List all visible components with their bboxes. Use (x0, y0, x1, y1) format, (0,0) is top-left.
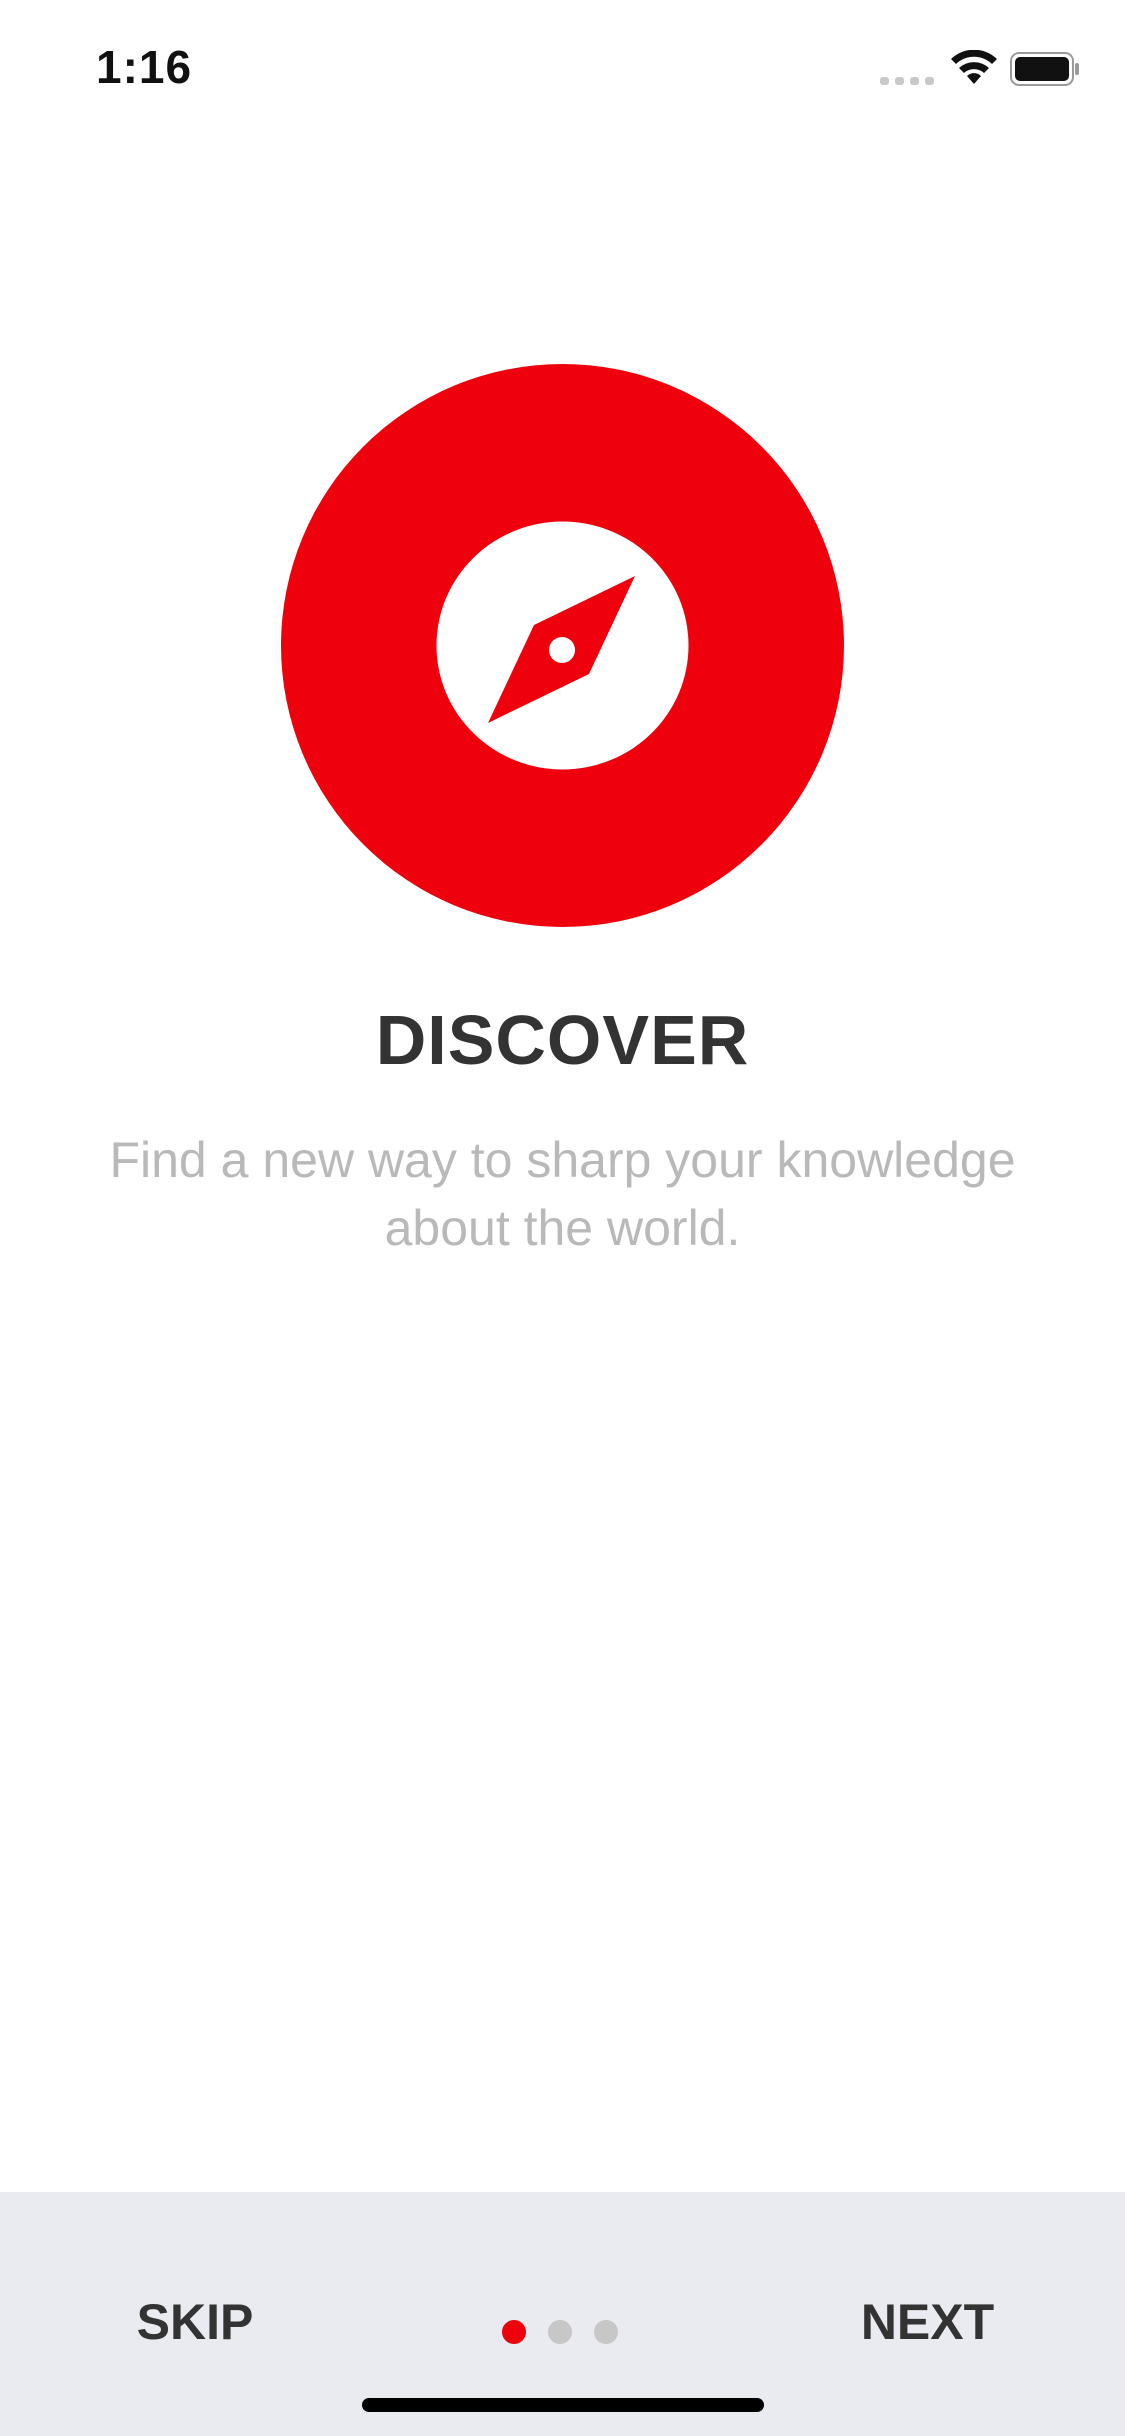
home-indicator (362, 2398, 764, 2412)
next-button[interactable]: NEXT (840, 2282, 1015, 2362)
cellular-signal-icon (880, 77, 934, 85)
page-subtitle: Find a new way to sharp your knowledge a… (109, 1132, 1016, 1256)
page-dot-3[interactable] (594, 2320, 618, 2344)
page-dot-1[interactable] (502, 2320, 526, 2344)
page-indicator (502, 2320, 624, 2346)
wifi-icon (951, 50, 997, 84)
onboarding-screen: 1:16 DISCOVER Find a new way to sharp yo… (0, 0, 1125, 2436)
status-time: 1:16 (96, 41, 193, 93)
page-dot-2[interactable] (548, 2320, 572, 2344)
bottom-navigation-bar: SKIP NEXT (0, 2192, 1125, 2436)
compass-icon (281, 364, 844, 927)
battery-icon (1010, 52, 1079, 86)
skip-button[interactable]: SKIP (120, 2282, 270, 2362)
status-bar: 1:16 (0, 0, 1125, 140)
page-title: DISCOVER (375, 1001, 750, 1079)
